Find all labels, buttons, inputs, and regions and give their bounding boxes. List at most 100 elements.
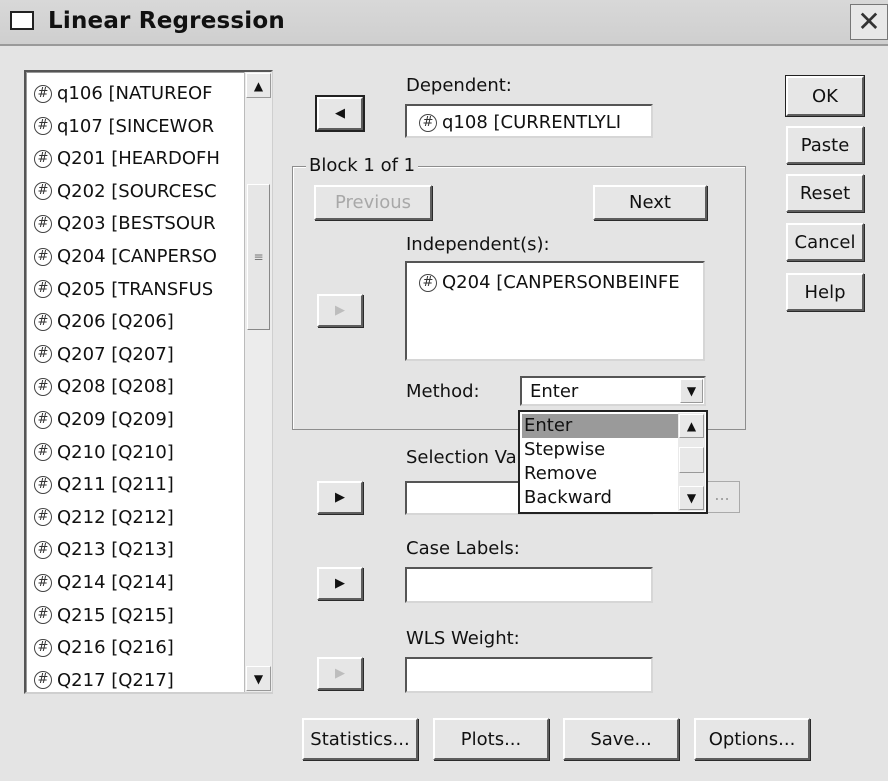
method-option[interactable]: Stepwise <box>524 438 605 462</box>
list-item[interactable]: # Q208 [Q208] <box>34 371 174 402</box>
variable-name: Q217 [Q217] <box>57 669 174 691</box>
title-bar[interactable]: Linear Regression ✕ <box>0 0 888 46</box>
scale-variable-icon: # <box>419 113 437 132</box>
list-item[interactable]: # Q206 [Q206] <box>34 306 174 337</box>
wls-weight-field[interactable] <box>405 657 653 693</box>
scale-variable-icon: # <box>419 273 437 292</box>
move-independent-button[interactable]: ▶ <box>317 294 363 327</box>
variable-name: Q206 [Q206] <box>57 311 174 333</box>
linear-regression-dialog: Linear Regression ✕ # q106 [NATUREOF # q107… <box>0 0 888 781</box>
scale-variable-icon: # <box>34 443 52 462</box>
save-button[interactable]: Save... <box>563 718 679 760</box>
variable-name: Q214 [Q214] <box>57 572 174 593</box>
variable-name: q107 [SINCEWOR <box>57 115 215 137</box>
list-item[interactable]: # Q217 [Q217] <box>34 665 174 696</box>
list-item[interactable]: # Q215 [Q215] <box>34 600 174 631</box>
dropdown-scrollbar[interactable]: ▲ ▼ <box>678 413 705 511</box>
scroll-thumb[interactable] <box>679 447 704 473</box>
variable-name: Q207 [Q207] <box>57 343 174 365</box>
variable-list[interactable]: # q106 [NATUREOF # q107 [SINCEWOR # Q201 [HEA… <box>24 70 273 694</box>
plots-button[interactable]: Plots... <box>433 718 549 760</box>
method-option[interactable]: Backward <box>524 486 612 510</box>
variable-name: Q203 [BESTSOUR <box>57 213 216 235</box>
list-item[interactable]: # Q213 [Q213] <box>34 534 174 565</box>
independents-label: Independent(s): <box>406 234 550 255</box>
variable-name: Q212 [Q212] <box>57 506 174 528</box>
variable-name: Q205 [TRANSFUS <box>57 278 214 300</box>
right-arrow-icon: ▶ <box>335 666 345 681</box>
variable-name: Q210 [Q210] <box>57 441 174 463</box>
variable-name: Q201 [HEARDOFH <box>57 148 220 170</box>
cancel-button[interactable]: Cancel <box>786 223 864 261</box>
list-item[interactable]: # Q211 [Q211] <box>34 469 174 500</box>
list-item[interactable]: # Q202 [SOURCESC <box>34 176 217 207</box>
list-item[interactable]: # Q214 [Q214] <box>34 567 174 598</box>
list-item[interactable]: # Q210 [Q210] <box>34 437 174 468</box>
right-arrow-icon: ▶ <box>335 576 345 591</box>
scroll-up-icon[interactable]: ▲ <box>679 414 704 438</box>
list-item[interactable]: # Q212 [Q212] <box>34 502 174 533</box>
dependent-field[interactable]: # q108 [CURRENTLYLI <box>405 104 653 138</box>
move-case-labels-button[interactable]: ▶ <box>317 567 363 600</box>
dependent-label: Dependent: <box>406 75 512 96</box>
scale-variable-icon: # <box>34 508 52 527</box>
scale-variable-icon: # <box>34 606 52 625</box>
move-dependent-button[interactable]: ◀ <box>315 95 365 132</box>
scale-variable-icon: # <box>34 671 52 690</box>
paste-button[interactable]: Paste <box>786 126 864 164</box>
window-icon <box>10 11 34 30</box>
list-item[interactable]: # Q209 [Q209] <box>34 404 174 435</box>
scale-variable-icon: # <box>34 638 52 657</box>
scale-variable-icon: # <box>34 377 52 396</box>
scale-variable-icon: # <box>34 182 52 201</box>
scroll-up-icon[interactable]: ▲ <box>246 73 271 98</box>
scale-variable-icon: # <box>34 573 52 592</box>
method-option[interactable]: Remove <box>524 462 597 486</box>
scale-variable-icon: # <box>34 345 52 364</box>
block-caption: Block 1 of 1 <box>306 155 419 176</box>
method-dropdown[interactable]: Enter Stepwise Remove Backward ▲ ▼ <box>518 410 708 514</box>
scale-variable-icon: # <box>34 247 52 266</box>
previous-button[interactable]: Previous <box>314 185 432 220</box>
independents-list[interactable]: # Q204 [CANPERSONBEINFE <box>405 261 705 361</box>
statistics-button[interactable]: Statistics... <box>302 718 418 760</box>
scale-variable-icon: # <box>34 540 52 559</box>
scale-variable-icon: # <box>34 410 52 429</box>
left-arrow-icon: ◀ <box>335 106 345 121</box>
move-wls-weight-button[interactable]: ▶ <box>317 657 363 690</box>
options-button[interactable]: Options... <box>694 718 810 760</box>
move-selection-button[interactable]: ▶ <box>317 481 363 514</box>
method-option[interactable]: Enter <box>522 414 678 438</box>
list-item[interactable]: # Q204 [CANPERSO <box>34 241 217 272</box>
scroll-down-icon[interactable]: ▼ <box>246 666 271 691</box>
rule-button[interactable]: ... <box>704 481 740 513</box>
ok-button[interactable]: OK <box>785 75 865 117</box>
method-label: Method: <box>406 381 480 402</box>
variable-name: Q202 [SOURCESC <box>57 180 217 202</box>
right-arrow-icon: ▶ <box>335 490 345 505</box>
scale-variable-icon: # <box>34 117 52 136</box>
dependent-value: q108 [CURRENTLYLI <box>442 112 622 133</box>
list-item[interactable]: # q106 [NATUREOF <box>34 78 212 109</box>
list-item[interactable]: # Q205 [TRANSFUS <box>34 274 213 305</box>
list-item[interactable]: # Q203 [BESTSOUR <box>34 208 216 239</box>
list-item[interactable]: # Q201 [HEARDOFH <box>34 143 220 174</box>
variable-list-scrollbar[interactable]: ▲ ≡ ▼ <box>244 72 272 692</box>
case-labels-label: Case Labels: <box>406 538 520 559</box>
variable-name: Q208 [Q208] <box>57 376 174 398</box>
window-title: Linear Regression <box>48 8 285 34</box>
chevron-down-icon[interactable]: ▼ <box>680 379 703 403</box>
case-labels-field[interactable] <box>405 567 653 603</box>
next-button[interactable]: Next <box>593 185 707 220</box>
reset-button[interactable]: Reset <box>786 174 864 212</box>
scroll-thumb[interactable]: ≡ <box>247 184 270 330</box>
close-button[interactable]: ✕ <box>850 4 888 40</box>
independent-item: Q204 [CANPERSONBEINFE <box>442 272 680 293</box>
wls-weight-label: WLS Weight: <box>406 628 520 649</box>
list-item[interactable]: # Q207 [Q207] <box>34 339 174 370</box>
scroll-down-icon[interactable]: ▼ <box>679 486 704 510</box>
method-select[interactable]: Enter ▼ <box>520 376 706 406</box>
list-item[interactable]: # Q216 [Q216] <box>34 632 174 663</box>
list-item[interactable]: # q107 [SINCEWOR <box>34 111 214 142</box>
help-button[interactable]: Help <box>786 273 864 311</box>
